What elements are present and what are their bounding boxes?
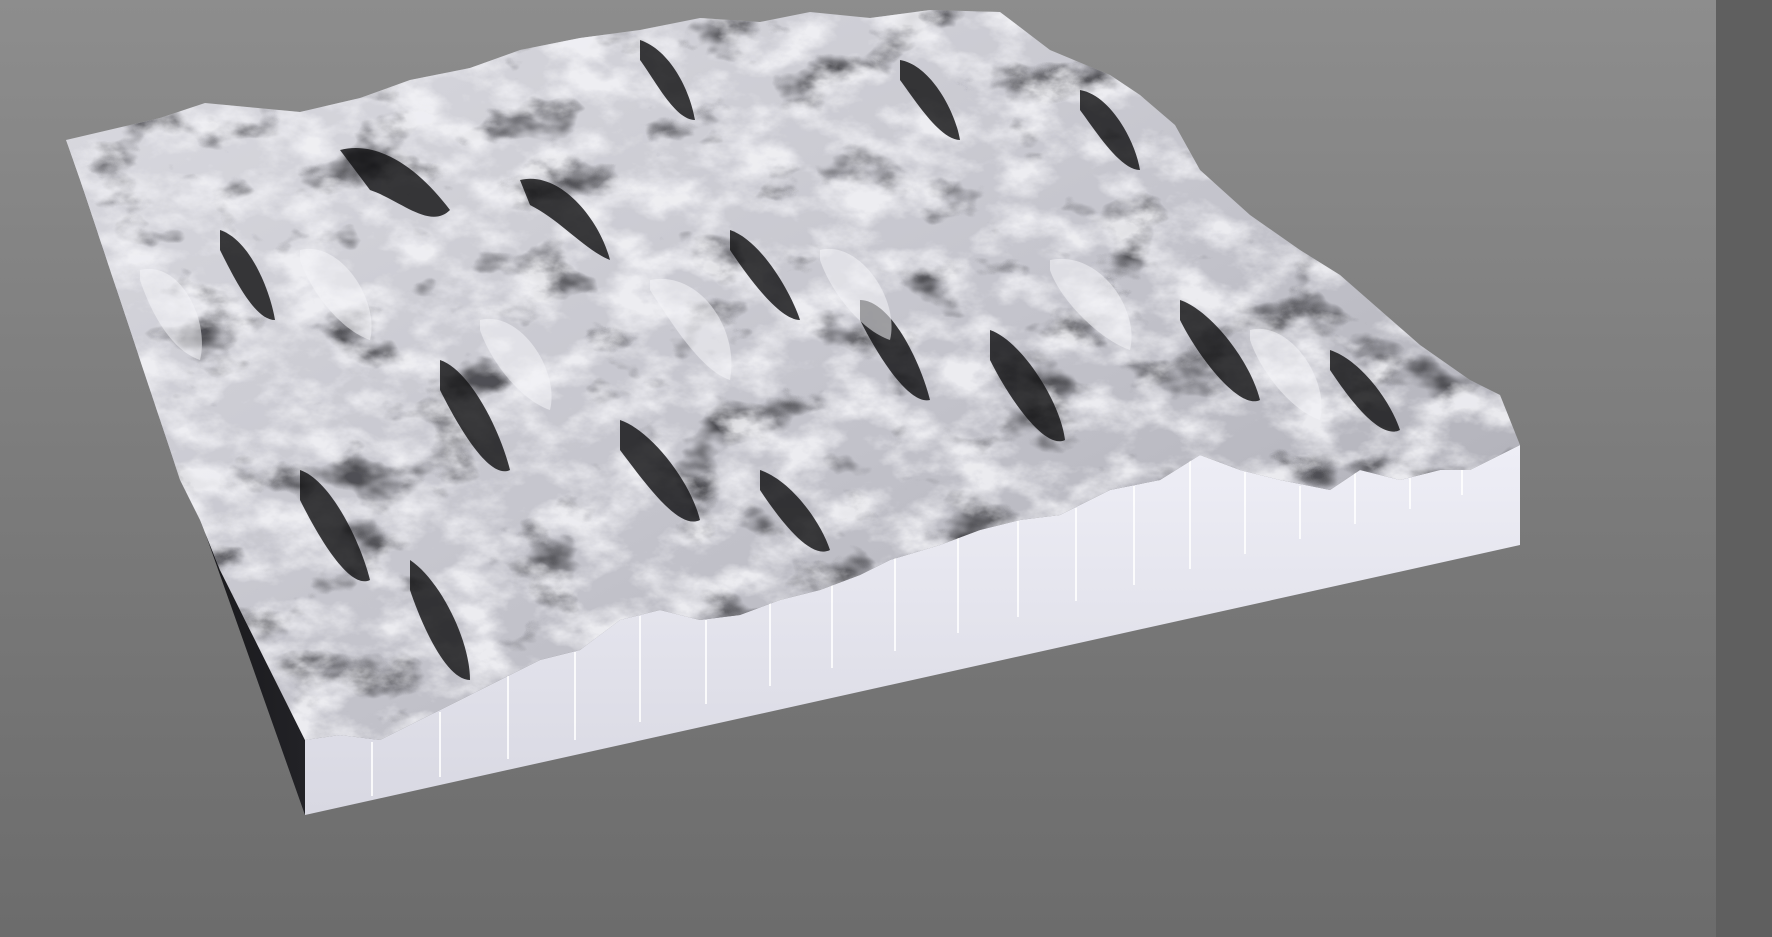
terrain-scene[interactable] (0, 0, 1772, 937)
3d-viewport[interactable] (0, 0, 1772, 937)
